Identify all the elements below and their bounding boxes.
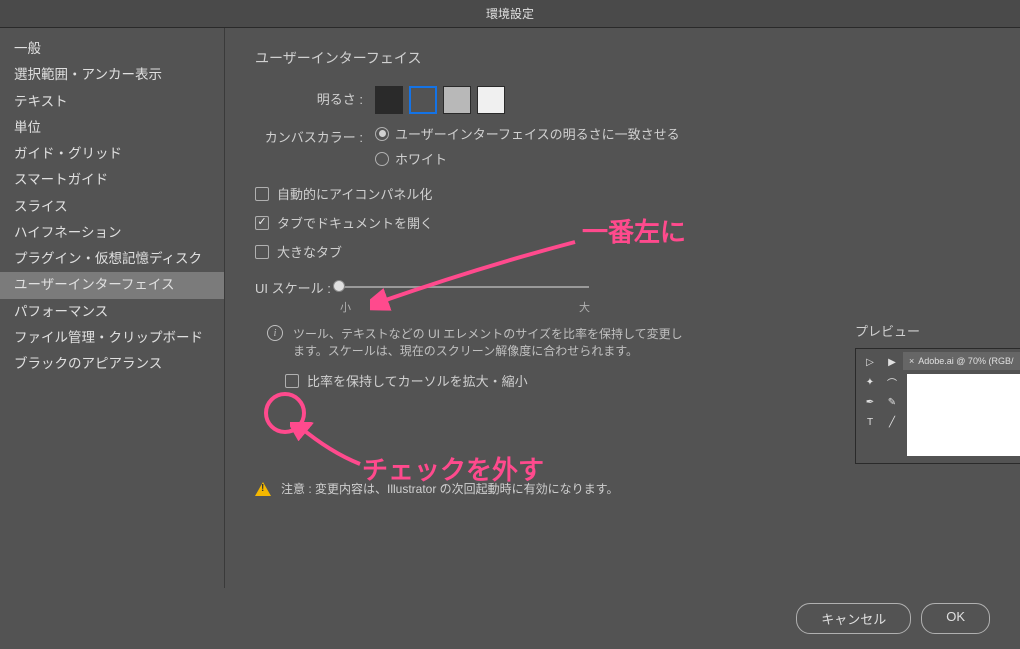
checkbox-tab-open[interactable]: タブでドキュメントを開く <box>255 213 990 232</box>
sidebar-item-units[interactable]: 単位 <box>0 115 224 141</box>
info-icon: i <box>267 325 283 341</box>
close-icon: × <box>909 356 914 366</box>
brightness-swatch-dark[interactable] <box>375 86 403 114</box>
preview-mockup: ▷ ✦ ✒ T ▶ ⌒ ✎ ╱ × Adobe.ai @ 7 <box>855 348 1020 464</box>
checkbox-label: タブでドキュメントを開く <box>277 213 433 232</box>
wand-tool-icon: ✦ <box>859 372 881 392</box>
pen-tool-icon: ✒ <box>859 392 881 412</box>
sidebar-item-selection[interactable]: 選択範囲・アンカー表示 <box>0 62 224 88</box>
slider-handle[interactable] <box>333 280 345 292</box>
checkbox-icon <box>255 187 269 201</box>
radio-icon <box>375 152 389 166</box>
checkbox-icon <box>285 374 299 388</box>
radio-label: ユーザーインターフェイスの明るさに一致させる <box>395 124 680 143</box>
preview-label: プレビュー <box>855 321 1020 340</box>
checkbox-auto-icon[interactable]: 自動的にアイコンパネル化 <box>255 184 990 203</box>
preferences-sidebar: 一般 選択範囲・アンカー表示 テキスト 単位 ガイド・グリッド スマートガイド … <box>0 28 225 588</box>
checkbox-icon <box>255 245 269 259</box>
checkbox-label: 比率を保持してカーソルを拡大・縮小 <box>307 371 528 390</box>
slider-max-label: 大 <box>579 299 590 315</box>
lasso-tool-icon: ⌒ <box>881 372 903 392</box>
brightness-swatch-medium-light[interactable] <box>443 86 471 114</box>
sidebar-item-text[interactable]: テキスト <box>0 89 224 115</box>
sidebar-item-smart-guides[interactable]: スマートガイド <box>0 167 224 193</box>
curvature-tool-icon: ✎ <box>881 392 903 412</box>
slider-min-label: 小 <box>340 299 351 315</box>
sidebar-item-black-appearance[interactable]: ブラックのアピアランス <box>0 351 224 377</box>
preview-tab-label: Adobe.ai @ 70% (RGB/ <box>918 356 1013 366</box>
checkbox-label: 自動的にアイコンパネル化 <box>277 184 432 203</box>
cancel-button[interactable]: キャンセル <box>796 603 911 634</box>
sidebar-item-guides[interactable]: ガイド・グリッド <box>0 141 224 167</box>
checkbox-icon <box>255 216 269 230</box>
ui-scale-slider[interactable] <box>339 277 589 297</box>
ui-scale-label: UI スケール : <box>255 278 331 297</box>
ui-scale-info: ツール、テキストなどの UI エレメントのサイズを比率を保持して変更します。スケ… <box>293 325 687 359</box>
line-tool-icon: ╱ <box>881 412 903 432</box>
panel-title: ユーザーインターフェイス <box>255 48 990 68</box>
sidebar-item-general[interactable]: 一般 <box>0 36 224 62</box>
radio-icon <box>375 127 389 141</box>
sidebar-item-hyphenation[interactable]: ハイフネーション <box>0 220 224 246</box>
sidebar-item-plugins[interactable]: プラグイン・仮想記憶ディスク <box>0 246 224 272</box>
warning-text: 注意 : 変更内容は、Illustrator の次回起動時に有効になります。 <box>281 480 619 497</box>
preview-section: プレビュー ▷ ✦ ✒ T ▶ ⌒ ✎ ╱ <box>855 321 1020 464</box>
canvas-color-label: カンバスカラー : <box>255 124 375 146</box>
content-panel: ユーザーインターフェイス 明るさ : カンバスカラー : ユーザーインターフェイ… <box>225 28 1020 588</box>
selection-tool-icon: ▷ <box>859 352 881 372</box>
canvas-color-white[interactable]: ホワイト <box>375 149 990 168</box>
sidebar-item-ui[interactable]: ユーザーインターフェイス <box>0 272 224 298</box>
checkbox-large-tabs[interactable]: 大きなタブ <box>255 242 990 261</box>
radio-label: ホワイト <box>395 149 447 168</box>
direct-selection-tool-icon: ▶ <box>881 352 903 372</box>
sidebar-item-performance[interactable]: パフォーマンス <box>0 299 224 325</box>
brightness-label: 明るさ : <box>255 86 375 108</box>
window-titlebar: 環境設定 <box>0 0 1020 28</box>
ok-button[interactable]: OK <box>921 603 990 634</box>
type-tool-icon: T <box>859 412 881 432</box>
brightness-swatch-light[interactable] <box>477 86 505 114</box>
sidebar-item-slices[interactable]: スライス <box>0 194 224 220</box>
checkbox-label: 大きなタブ <box>277 242 342 261</box>
brightness-swatch-medium-dark[interactable] <box>409 86 437 114</box>
warning-icon <box>255 482 271 496</box>
canvas-color-match-ui[interactable]: ユーザーインターフェイスの明るさに一致させる <box>375 124 990 143</box>
sidebar-item-file-clipboard[interactable]: ファイル管理・クリップボード <box>0 325 224 351</box>
window-title: 環境設定 <box>486 5 534 22</box>
